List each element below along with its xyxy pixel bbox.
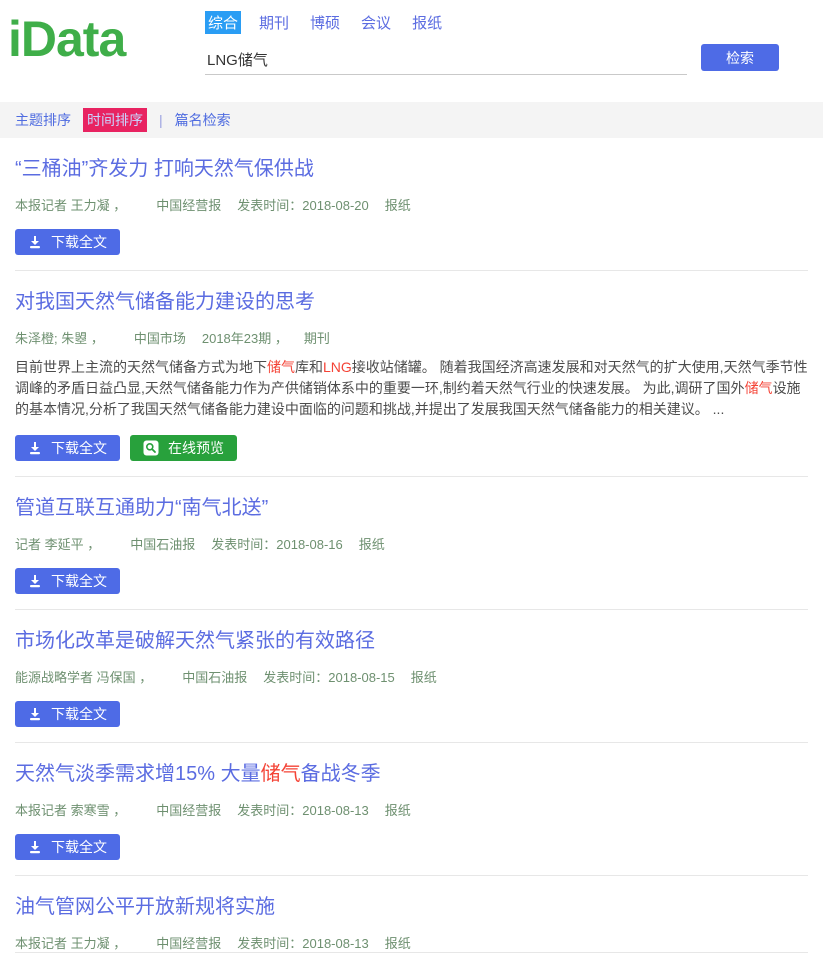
result-title-link[interactable]: 市场化改革是破解天然气紧张的有效路径 xyxy=(15,628,808,654)
download-fulltext-button[interactable]: 下载全文 xyxy=(15,834,120,860)
meta-part: 中国经营报 xyxy=(156,936,221,951)
download-fulltext-button[interactable]: 下载全文 xyxy=(15,435,120,461)
meta-part: 本报记者 索寒雪 ， xyxy=(15,803,126,818)
header-right: 综合 期刊 博硕 会议 报纸 检索 xyxy=(205,0,823,75)
download-button-label: 下载全文 xyxy=(51,704,107,724)
results-list: “三桶油”齐发力 打响天然气保供战 本报记者 王力凝 ，中国经营报发表时间：20… xyxy=(0,138,823,953)
result-actions: 下载全文 在线预览 xyxy=(15,435,808,461)
result-meta: 记者 李延平 ， 中国石油报 发表时间：2018-08-16 报纸 xyxy=(15,534,808,553)
meta-part: 报纸 xyxy=(385,803,411,818)
sort-by-time[interactable]: 时间排序 xyxy=(83,108,147,132)
sort-separator: | xyxy=(159,112,163,128)
text-segment: “三桶油”齐发力 打响天然气保供战 xyxy=(15,158,314,180)
result-meta: 朱泽橙; 朱曌 ， 中国市场 2018年23期 ， 期刊 xyxy=(15,328,808,347)
idata-logo[interactable]: iData xyxy=(8,10,125,68)
download-arrow-icon xyxy=(28,840,42,854)
meta-part: 朱泽橙; 朱曌 ， xyxy=(15,331,104,346)
text-segment: 市场化改革是破解天然气紧张的有效路径 xyxy=(15,630,375,652)
result-item: 对我国天然气储备能力建设的思考 朱泽橙; 朱曌 ， 中国市场 2018年23期 ， 期… xyxy=(15,271,808,477)
preview-button-label: 在线预览 xyxy=(168,438,224,458)
text-segment: 备战冬季 xyxy=(301,763,381,785)
tab-conference[interactable]: 会议 xyxy=(358,11,394,34)
highlighted-text: 储气 xyxy=(267,359,295,375)
search-button[interactable]: 检索 xyxy=(701,44,779,71)
download-arrow-icon xyxy=(28,235,42,249)
title-search-link[interactable]: 篇名检索 xyxy=(175,110,231,130)
text-segment: 目前世界上主流的天然气储备方式为地下 xyxy=(15,359,267,375)
tab-newspaper[interactable]: 报纸 xyxy=(409,11,445,34)
result-actions: 下载全文 xyxy=(15,701,808,727)
download-button-label: 下载全文 xyxy=(51,571,107,591)
result-item: 油气管网公平开放新规将实施 本报记者 王力凝 ， 中国经营报 发表时间：2018-0… xyxy=(15,876,808,953)
download-button-label: 下载全文 xyxy=(51,438,107,458)
result-title-link[interactable]: 天然气淡季需求增15% 大量储气备战冬季 xyxy=(15,761,808,787)
result-item: 市场化改革是破解天然气紧张的有效路径 能源战略学者 冯保国 ， 中国石油报 发表时间… xyxy=(15,610,808,743)
search-row: 检索 xyxy=(205,44,823,75)
meta-part: 中国经营报 xyxy=(156,198,221,213)
download-arrow-icon xyxy=(28,441,42,455)
sort-by-theme[interactable]: 主题排序 xyxy=(15,110,71,130)
meta-part: 能源战略学者 冯保国 ， xyxy=(15,670,152,685)
text-segment: 管道互联互通助力“南气北送” xyxy=(15,497,268,519)
highlighted-text: LNG xyxy=(323,359,352,375)
meta-part: 发表时间：2018-08-13 xyxy=(237,936,369,951)
result-meta: 本报记者 王力凝 ， 中国经营报 发表时间：2018-08-20 报纸 xyxy=(15,195,808,214)
result-actions: 下载全文 xyxy=(15,834,808,860)
search-scope-tabs: 综合 期刊 博硕 会议 报纸 xyxy=(205,11,823,34)
meta-part: 报纸 xyxy=(359,537,385,552)
download-button-label: 下载全文 xyxy=(51,232,107,252)
tab-journal[interactable]: 期刊 xyxy=(256,11,292,34)
meta-part: 发表时间：2018-08-20 xyxy=(237,198,369,213)
result-meta: 本报记者 索寒雪 ， 中国经营报 发表时间：2018-08-13 报纸 xyxy=(15,800,808,819)
tab-composite[interactable]: 综合 xyxy=(205,11,241,34)
search-input[interactable] xyxy=(205,45,687,75)
result-actions: 下载全文 xyxy=(15,568,808,594)
result-item: 天然气淡季需求增15% 大量储气备战冬季 本报记者 索寒雪 ， 中国经营报 发表时间… xyxy=(15,743,808,876)
sort-bar: 主题排序 时间排序 | 篇名检索 xyxy=(0,102,823,138)
highlighted-text: 储气 xyxy=(745,380,773,396)
download-arrow-icon xyxy=(28,707,42,721)
meta-part: 期刊 xyxy=(304,331,330,346)
download-fulltext-button[interactable]: 下载全文 xyxy=(15,568,120,594)
meta-part: 发表时间：2018-08-16 xyxy=(211,537,343,552)
meta-part: 中国市场 xyxy=(134,331,186,346)
result-title-link[interactable]: 油气管网公平开放新规将实施 xyxy=(15,894,808,920)
result-actions: 下载全文 xyxy=(15,229,808,255)
magnifier-preview-icon xyxy=(143,440,159,456)
result-item: “三桶油”齐发力 打响天然气保供战 本报记者 王力凝 ， 中国经营报 发表时间：20… xyxy=(15,138,808,271)
result-meta: 能源战略学者 冯保国 ， 中国石油报 发表时间：2018-08-15 报纸 xyxy=(15,667,808,686)
meta-part: 2018年23期 ， xyxy=(202,331,288,346)
download-fulltext-button[interactable]: 下载全文 xyxy=(15,229,120,255)
result-item: 管道互联互通助力“南气北送” 记者 李延平 ， 中国石油报 发表时间：2018-08… xyxy=(15,477,808,610)
tab-thesis[interactable]: 博硕 xyxy=(307,11,343,34)
meta-part: 记者 李延平 ， xyxy=(15,537,100,552)
meta-part: 报纸 xyxy=(385,936,411,951)
meta-part: 报纸 xyxy=(411,670,437,685)
result-abstract: 目前世界上主流的天然气储备方式为地下储气库和LNG接收站储罐。 随着我国经济高速… xyxy=(15,357,808,420)
meta-part: 本报记者 王力凝 ， xyxy=(15,198,126,213)
meta-part: 中国石油报 xyxy=(130,537,195,552)
meta-part: 中国经营报 xyxy=(156,803,221,818)
meta-part: 报纸 xyxy=(385,198,411,213)
download-button-label: 下载全文 xyxy=(51,837,107,857)
meta-part: 发表时间：2018-08-13 xyxy=(237,803,369,818)
result-title-link[interactable]: 对我国天然气储备能力建设的思考 xyxy=(15,289,808,315)
result-title-link[interactable]: “三桶油”齐发力 打响天然气保供战 xyxy=(15,156,808,182)
page-header: iData 综合 期刊 博硕 会议 报纸 检索 xyxy=(0,0,823,100)
meta-part: 本报记者 王力凝 ， xyxy=(15,936,126,951)
highlighted-text: 储气 xyxy=(261,763,301,785)
online-preview-button[interactable]: 在线预览 xyxy=(130,435,237,461)
meta-part: 中国石油报 xyxy=(182,670,247,685)
meta-part: 发表时间：2018-08-15 xyxy=(263,670,395,685)
result-title-link[interactable]: 管道互联互通助力“南气北送” xyxy=(15,495,808,521)
text-segment: 对我国天然气储备能力建设的思考 xyxy=(15,291,315,313)
download-arrow-icon xyxy=(28,574,42,588)
text-segment: 库和 xyxy=(295,359,323,375)
download-fulltext-button[interactable]: 下载全文 xyxy=(15,701,120,727)
text-segment: 油气管网公平开放新规将实施 xyxy=(15,896,275,918)
text-segment: 天然气淡季需求增15% 大量 xyxy=(15,763,261,785)
result-meta: 本报记者 王力凝 ， 中国经营报 发表时间：2018-08-13 报纸 xyxy=(15,933,808,952)
